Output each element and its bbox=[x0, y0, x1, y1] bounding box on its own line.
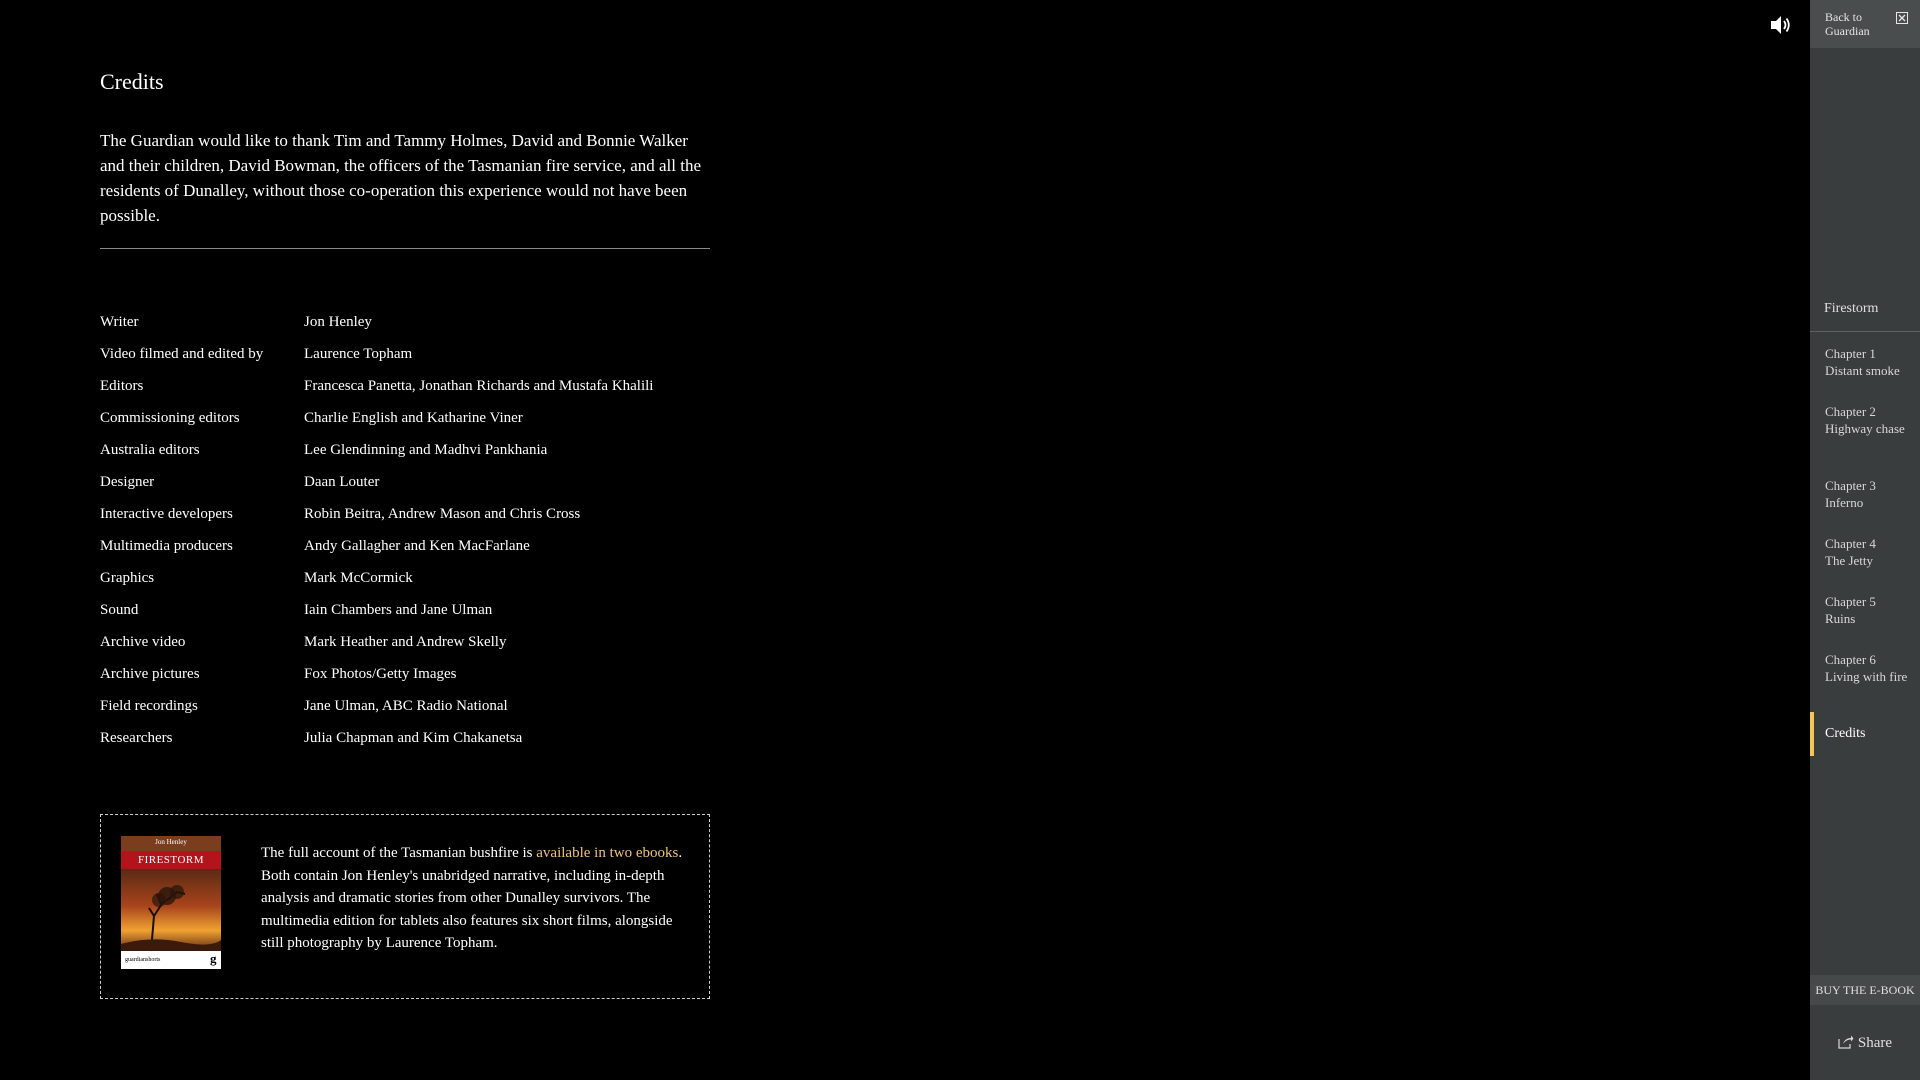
credit-names: Julia Chapman and Kim Chakanetsa bbox=[304, 729, 523, 746]
credit-names: Francesca Panetta, Jonathan Richards and… bbox=[304, 377, 654, 394]
credit-role: Commissioning editors bbox=[100, 409, 240, 426]
chapter-name: Ruins bbox=[1825, 611, 1856, 626]
credit-role: Interactive developers bbox=[100, 505, 233, 522]
thanks-paragraph: The Guardian would like to thank Tim and… bbox=[100, 131, 702, 225]
back-to-guardian-label: Back to Guardian bbox=[1825, 10, 1870, 38]
sidebar-item-chapter-6[interactable]: Chapter 6 Living with fire bbox=[1810, 651, 1920, 685]
chapter-number: Chapter 2 bbox=[1825, 404, 1876, 419]
credit-row: Writer Jon Henley bbox=[100, 306, 653, 338]
ebook-promo-box: Jon Henley FIRESTORM guardianshorts g Th… bbox=[100, 814, 710, 999]
credit-row: Archive video Mark Heather and Andrew Ske… bbox=[100, 626, 653, 658]
chapter-number: Chapter 5 bbox=[1825, 594, 1876, 609]
chapter-number: Chapter 3 bbox=[1825, 478, 1876, 493]
chapter-name: The Jetty bbox=[1825, 553, 1874, 568]
credit-role: Sound bbox=[100, 601, 139, 618]
credit-row: Sound Iain Chambers and Jane Ulman bbox=[100, 594, 653, 626]
credits-nav-label: Credits bbox=[1825, 726, 1866, 741]
sidebar-item-chapter-5[interactable]: Chapter 5 Ruins bbox=[1810, 593, 1920, 627]
credit-role: Australia editors bbox=[100, 441, 200, 458]
credit-row: Field recordings Jane Ulman, ABC Radio Na… bbox=[100, 690, 653, 722]
buy-ebook-button[interactable]: BUY THE E-BOOK bbox=[1810, 975, 1920, 1005]
ebook-cover-title: FIRESTORM bbox=[137, 854, 205, 866]
ebook-text-before: The full account of the Tasmanian bushfi… bbox=[261, 845, 537, 861]
credit-role: Writer bbox=[100, 313, 139, 330]
chapter-number: Chapter 6 bbox=[1825, 652, 1876, 667]
credit-names: Iain Chambers and Jane Ulman bbox=[304, 601, 493, 618]
credit-names: Laurence Topham bbox=[304, 345, 413, 362]
credit-role: Archive video bbox=[100, 633, 186, 650]
ebook-cover-logo: g bbox=[210, 951, 217, 966]
ebook-cover-author: Jon Henley bbox=[155, 838, 187, 846]
credit-names: Daan Louter bbox=[304, 473, 380, 490]
credit-row: Multimedia producers Andy Gallagher and K… bbox=[100, 530, 653, 562]
credit-row: Interactive developers Robin Beitra, Andr… bbox=[100, 498, 653, 530]
credit-row: Archive pictures Fox Photos/Getty Images bbox=[100, 658, 653, 690]
credit-role: Researchers bbox=[100, 729, 173, 746]
credit-names: Jane Ulman, ABC Radio National bbox=[304, 697, 508, 714]
credit-names: Robin Beitra, Andrew Mason and Chris Cro… bbox=[304, 505, 581, 522]
credit-row: Australia editors Lee Glendinning and Mad… bbox=[100, 434, 653, 466]
share-button[interactable]: Share bbox=[1810, 1028, 1920, 1058]
ebook-cover-brand: guardianshorts bbox=[125, 957, 161, 963]
credit-row: Designer Daan Louter bbox=[100, 466, 653, 498]
credit-role: Field recordings bbox=[100, 697, 198, 714]
speaker-volume-icon[interactable] bbox=[1769, 14, 1793, 36]
credit-row: Video filmed and edited by Laurence Topha… bbox=[100, 338, 653, 370]
credit-row: Graphics Mark McCormick bbox=[100, 562, 653, 594]
share-label: Share bbox=[1857, 1035, 1893, 1051]
sidebar-item-chapter-2[interactable]: Chapter 2 Highway chase bbox=[1810, 403, 1920, 437]
credit-role: Editors bbox=[100, 377, 144, 394]
credit-row: Researchers Julia Chapman and Kim Chakane… bbox=[100, 722, 653, 754]
close-box-icon[interactable] bbox=[1896, 12, 1908, 24]
credit-names: Mark Heather and Andrew Skelly bbox=[304, 633, 507, 650]
share-arrow-icon bbox=[1838, 1035, 1854, 1049]
ebook-cover-image[interactable]: Jon Henley FIRESTORM guardianshorts g bbox=[121, 836, 221, 969]
sidebar-item-chapter-1[interactable]: Chapter 1 Distant smoke bbox=[1810, 345, 1920, 379]
credits-table: Writer Jon Henley Video filmed and edited… bbox=[100, 306, 653, 754]
sidebar-item-chapter-3[interactable]: Chapter 3 Inferno bbox=[1810, 477, 1920, 511]
credit-names: Fox Photos/Getty Images bbox=[304, 665, 457, 682]
page-title: Credits bbox=[100, 69, 164, 94]
chapter-name: Inferno bbox=[1825, 495, 1864, 510]
credit-role: Multimedia producers bbox=[100, 537, 233, 554]
credit-names: Lee Glendinning and Madhvi Pankhania bbox=[304, 441, 548, 458]
back-to-guardian-button[interactable]: Back to Guardian bbox=[1810, 0, 1920, 48]
credit-row: Commissioning editors Charlie English and… bbox=[100, 402, 653, 434]
divider bbox=[100, 248, 710, 249]
sidebar-item-chapter-4[interactable]: Chapter 4 The Jetty bbox=[1810, 535, 1920, 569]
chapter-sidebar: Back to Guardian Firestorm Chapter 1 Dis… bbox=[1810, 0, 1920, 1080]
sidebar-item-credits[interactable]: Credits bbox=[1810, 712, 1920, 756]
credit-names: Charlie English and Katharine Viner bbox=[304, 409, 523, 426]
credit-role: Designer bbox=[100, 473, 155, 490]
credit-names: Andy Gallagher and Ken MacFarlane bbox=[304, 537, 530, 554]
credit-role: Archive pictures bbox=[100, 665, 200, 682]
chapter-number: Chapter 4 bbox=[1825, 536, 1876, 551]
credit-names: Jon Henley bbox=[304, 313, 372, 330]
main-panel: Credits The Guardian would like to thank… bbox=[0, 0, 1810, 1080]
story-title[interactable]: Firestorm bbox=[1810, 295, 1920, 332]
chapter-name: Distant smoke bbox=[1825, 363, 1900, 378]
story-title-label: Firestorm bbox=[1824, 301, 1879, 316]
credit-names: Mark McCormick bbox=[304, 569, 413, 586]
chapter-name: Living with fire bbox=[1825, 669, 1908, 684]
ebook-description: The full account of the Tasmanian bushfi… bbox=[261, 842, 691, 955]
ebook-link[interactable]: available in two ebooks bbox=[536, 845, 678, 861]
chapter-number: Chapter 1 bbox=[1825, 346, 1876, 361]
credit-role: Video filmed and edited by bbox=[100, 345, 264, 362]
credit-row: Editors Francesca Panetta, Jonathan Richa… bbox=[100, 370, 653, 402]
credits-content: Credits The Guardian would like to thank… bbox=[100, 62, 710, 754]
chapter-name: Highway chase bbox=[1825, 421, 1905, 436]
credit-role: Graphics bbox=[100, 569, 155, 586]
